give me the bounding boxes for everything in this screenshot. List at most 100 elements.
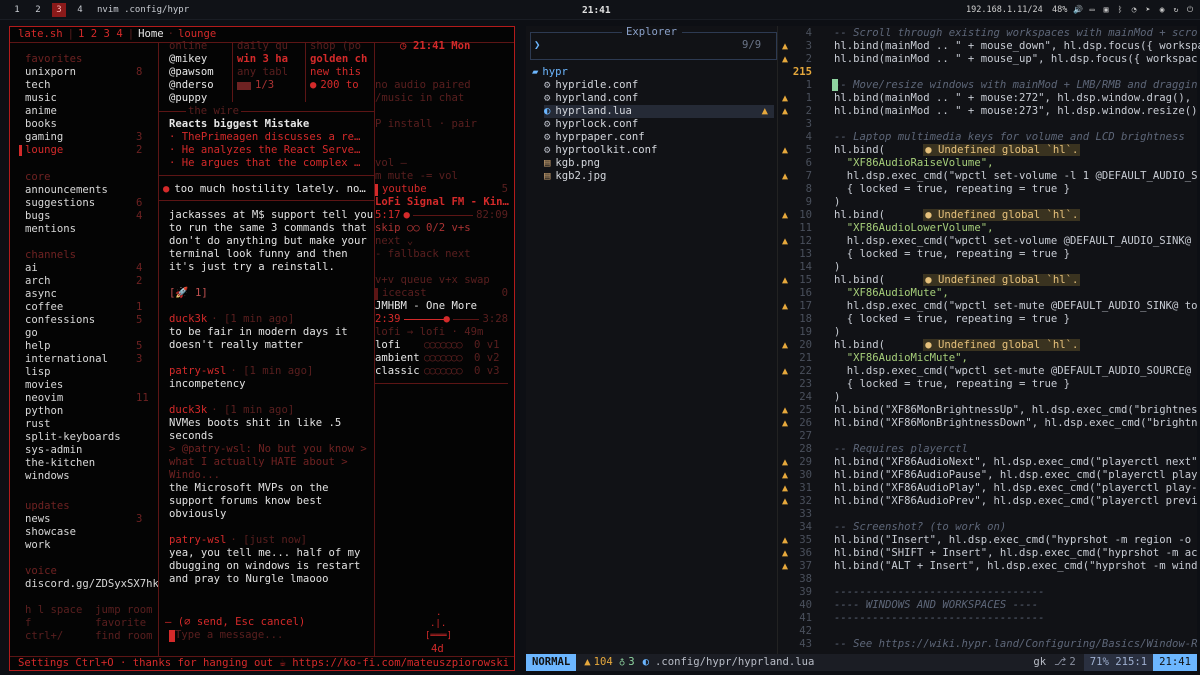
branch-icon: ⎇ bbox=[1054, 656, 1067, 668]
sidebar-item-suggestions[interactable]: suggestions bbox=[25, 197, 95, 210]
sidebar-item-ai[interactable]: ai bbox=[25, 262, 38, 275]
sidebar-item-mentions[interactable]: mentions bbox=[25, 223, 76, 236]
monitor-icon[interactable]: ▭ bbox=[1087, 5, 1097, 15]
sidebar-item-arch[interactable]: arch bbox=[25, 275, 51, 288]
sidebar-item-lounge[interactable]: lounge bbox=[25, 144, 63, 157]
sidebar-item-gaming[interactable]: gaming bbox=[25, 131, 63, 144]
file-item[interactable]: ◐ hyprland.lua ▲ bbox=[544, 105, 774, 118]
icecast-track[interactable]: JMHBM - One More bbox=[375, 300, 477, 313]
icecast-progress[interactable]: 2:39 ● 3:28 bbox=[375, 313, 508, 326]
top-bar: 1 2 3 4 nvim .config/hypr 21:41 192.168.… bbox=[0, 0, 1200, 20]
online-user[interactable]: @pawsom bbox=[169, 66, 214, 79]
file-item[interactable]: ⚙ hyprland.conf bbox=[544, 92, 774, 105]
shop-item[interactable]: golden ch bbox=[310, 53, 367, 66]
line-number: 41 bbox=[799, 612, 812, 624]
file-item[interactable]: ⚙ hyprlock.conf bbox=[544, 118, 774, 131]
power-icon[interactable]: ⏻ bbox=[1185, 5, 1195, 15]
chat-clock: 21:41 Mon bbox=[413, 40, 471, 52]
help-jump: h l space jump room bbox=[25, 604, 153, 616]
help-find: ctrl+/ find room bbox=[25, 630, 153, 642]
sidebar-item-help[interactable]: help bbox=[25, 340, 51, 353]
wifi-icon[interactable]: ◔ bbox=[1129, 5, 1139, 15]
footer[interactable]: Settings Ctrl+O · thanks for hanging out… bbox=[18, 657, 508, 670]
workspace-1[interactable]: 1 bbox=[10, 3, 24, 17]
sidebar-item-announcements[interactable]: announcements bbox=[25, 184, 108, 197]
code-line: -- Laptop multimedia keys for volume and… bbox=[834, 131, 1185, 143]
unread-count: 3 bbox=[136, 131, 143, 143]
wire-item[interactable]: · ThePrimeagen discusses a re… bbox=[169, 131, 360, 144]
workspace-4[interactable]: 4 bbox=[73, 3, 87, 17]
warning-icon: ▲ bbox=[782, 470, 789, 481]
wire-item[interactable]: · He analyzes the React Serve… bbox=[169, 144, 360, 157]
message-author[interactable]: patry-wsl bbox=[169, 365, 226, 377]
vol-controls[interactable]: m mute -= vol bbox=[375, 170, 458, 183]
sidebar-item-windows[interactable]: windows bbox=[25, 470, 70, 483]
genre-name[interactable]: lofi bbox=[375, 339, 401, 352]
sidebar-item-anime[interactable]: anime bbox=[25, 105, 57, 118]
online-user[interactable]: @mikey bbox=[169, 53, 207, 66]
file-item[interactable]: ⚙ hypridle.conf bbox=[544, 79, 774, 92]
sidebar-item-rust[interactable]: rust bbox=[25, 418, 51, 431]
genre-name[interactable]: ambient bbox=[375, 352, 420, 365]
sidebar-item-go[interactable]: go bbox=[25, 327, 38, 340]
sidebar-item-unixporn[interactable]: unixporn bbox=[25, 66, 76, 79]
battery-level[interactable]: 48% bbox=[1052, 4, 1067, 17]
message-reaction[interactable]: [🚀 1] bbox=[169, 287, 374, 300]
sidebar-item-the-kitchen[interactable]: the-kitchen bbox=[25, 457, 95, 470]
message-author[interactable]: patry-wsl bbox=[169, 534, 226, 546]
shop-header: shop (po bbox=[310, 40, 362, 52]
sidebar-item-python[interactable]: python bbox=[25, 405, 63, 418]
message-author[interactable]: duck3k bbox=[169, 404, 207, 416]
workspace-3[interactable]: 3 bbox=[52, 3, 66, 17]
genre-name[interactable]: classic bbox=[375, 365, 420, 378]
wire-title[interactable]: Reacts biggest Mistake bbox=[169, 118, 309, 131]
clock[interactable]: 21:41 bbox=[582, 4, 611, 17]
sidebar-item-work[interactable]: work bbox=[25, 539, 51, 552]
line-number: 35 bbox=[799, 534, 812, 546]
display-icon[interactable]: ▣ bbox=[1101, 5, 1111, 15]
sidebar-item-confessions[interactable]: confessions bbox=[25, 314, 95, 327]
volume-icon[interactable]: 🔊 bbox=[1073, 5, 1083, 15]
sidebar-item-music[interactable]: music bbox=[25, 92, 57, 105]
skip-control[interactable]: skip ○○ 0/2 v+s bbox=[375, 222, 471, 235]
sidebar-item-coffee[interactable]: coffee bbox=[25, 301, 63, 314]
sidebar-item-sys-admin[interactable]: sys-admin bbox=[25, 444, 82, 457]
network-ip[interactable]: 192.168.1.11/24 bbox=[966, 4, 1043, 17]
online-user[interactable]: @puppy bbox=[169, 92, 207, 105]
online-user[interactable]: @nderso bbox=[169, 79, 214, 92]
sidebar-item-async[interactable]: async bbox=[25, 288, 57, 301]
warning-icon: ▲ bbox=[782, 561, 789, 572]
file-item[interactable]: ▤ kgb.png bbox=[544, 157, 774, 170]
sidebar-item-international[interactable]: international bbox=[25, 353, 108, 366]
file-item[interactable]: ▤ kgb2.jpg bbox=[544, 170, 774, 183]
room-tabs[interactable]: 1 2 3 4 bbox=[78, 28, 123, 41]
youtube-track[interactable]: LoFi Signal FM - Kin… bbox=[375, 196, 509, 209]
sidebar-item-bugs[interactable]: bugs bbox=[25, 210, 51, 223]
folder-hypr[interactable]: ▰ hypr bbox=[532, 66, 568, 79]
section-favorites: favorites bbox=[25, 53, 83, 65]
file-item[interactable]: ⚙ hyprpaper.conf bbox=[544, 131, 774, 144]
sidebar-item-news[interactable]: news bbox=[25, 513, 51, 526]
audio-install[interactable]: P install · pair bbox=[375, 118, 477, 131]
sidebar-item-split-keyboards[interactable]: split-keyboards bbox=[25, 431, 121, 444]
bluetooth-icon[interactable]: ᛒ bbox=[1115, 5, 1125, 15]
message-author[interactable]: duck3k bbox=[169, 313, 207, 325]
discord-icon[interactable]: ◉ bbox=[1157, 5, 1167, 15]
wire-item[interactable]: · He argues that the complex … bbox=[169, 157, 360, 170]
warning-icon: ▲ bbox=[782, 171, 789, 182]
sync-icon[interactable]: ↻ bbox=[1171, 5, 1181, 15]
send-icon[interactable]: ➤ bbox=[1143, 5, 1153, 15]
file-item[interactable]: ⚙ hyprtoolkit.conf bbox=[544, 144, 774, 157]
sidebar-item-lisp[interactable]: lisp bbox=[25, 366, 51, 379]
home-link[interactable]: Home bbox=[138, 28, 164, 41]
message-input[interactable]: Type a message... bbox=[169, 629, 283, 642]
sidebar-item-books[interactable]: books bbox=[25, 118, 57, 131]
sidebar-item-tech[interactable]: tech bbox=[25, 79, 51, 92]
workspace-2[interactable]: 2 bbox=[31, 3, 45, 17]
sidebar-item-movies[interactable]: movies bbox=[25, 379, 63, 392]
voice-link[interactable]: discord.gg/ZDSyxSX7hk bbox=[25, 578, 159, 591]
youtube-progress[interactable]: 5:17 ● 82:09 bbox=[375, 209, 508, 222]
sidebar-item-showcase[interactable]: showcase bbox=[25, 526, 76, 539]
next-control[interactable]: next ⌄ bbox=[375, 235, 413, 248]
sidebar-item-neovim[interactable]: neovim bbox=[25, 392, 63, 405]
